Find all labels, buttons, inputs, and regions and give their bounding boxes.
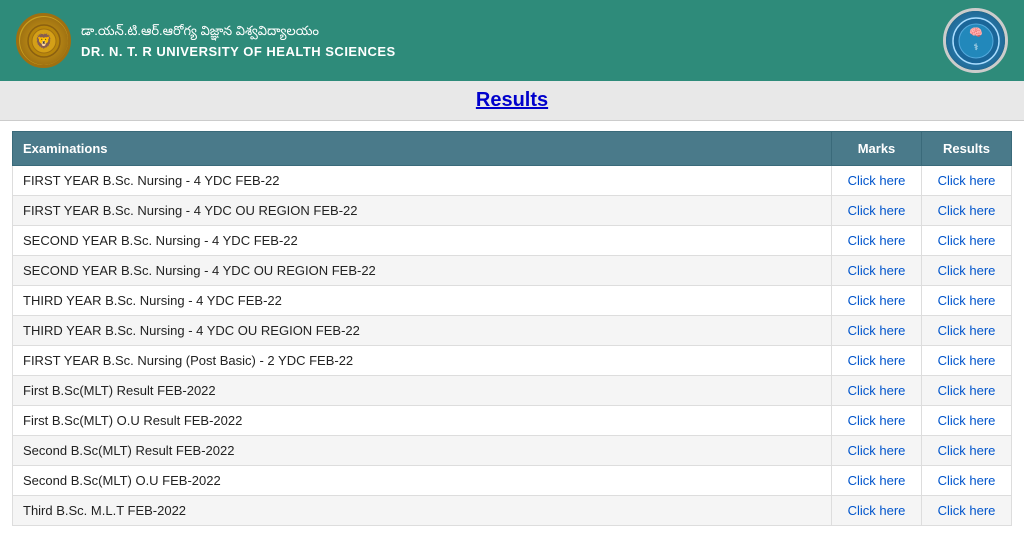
header-emblem: 🧠 ⚕: [943, 8, 1008, 73]
marks-link-cell: Click here: [832, 466, 922, 496]
svg-text:🦁: 🦁: [35, 33, 52, 50]
marks-link[interactable]: Click here: [848, 413, 906, 428]
logo-emblem: 🦁: [20, 17, 68, 65]
results-link[interactable]: Click here: [938, 353, 996, 368]
results-link-cell: Click here: [922, 346, 1012, 376]
marks-link-cell: Click here: [832, 496, 922, 526]
marks-link-cell: Click here: [832, 196, 922, 226]
exam-name-cell: Third B.Sc. M.L.T FEB-2022: [13, 496, 832, 526]
marks-link-cell: Click here: [832, 166, 922, 196]
exam-name-cell: First B.Sc(MLT) Result FEB-2022: [13, 376, 832, 406]
results-link-cell: Click here: [922, 376, 1012, 406]
page-title[interactable]: Results: [476, 89, 548, 111]
marks-link-cell: Click here: [832, 436, 922, 466]
table-row: Third B.Sc. M.L.T FEB-2022 Click here Clic…: [13, 496, 1012, 526]
header-left: 🦁 డా.యన్.టి.ఆర్.ఆరోగ్య విజ్ఞాన విశ్వవిద్…: [16, 13, 396, 68]
site-header: 🦁 డా.యన్.టి.ఆర్.ఆరోగ్య విజ్ఞాన విశ్వవిద్…: [0, 0, 1024, 81]
exam-name-cell: Second B.Sc(MLT) O.U FEB-2022: [13, 466, 832, 496]
table-row: First B.Sc(MLT) Result FEB-2022 Click her…: [13, 376, 1012, 406]
table-header-row: Examinations Marks Results: [13, 132, 1012, 166]
marks-link-cell: Click here: [832, 406, 922, 436]
exam-name-cell: First B.Sc(MLT) O.U Result FEB-2022: [13, 406, 832, 436]
exam-name-cell: THIRD YEAR B.Sc. Nursing - 4 YDC FEB-22: [13, 286, 832, 316]
results-link[interactable]: Click here: [938, 263, 996, 278]
svg-text:⚕: ⚕: [973, 42, 978, 52]
marks-link-cell: Click here: [832, 316, 922, 346]
results-link-cell: Click here: [922, 466, 1012, 496]
marks-link[interactable]: Click here: [848, 173, 906, 188]
results-link[interactable]: Click here: [938, 503, 996, 518]
university-logo: 🦁: [16, 13, 71, 68]
marks-link[interactable]: Click here: [848, 503, 906, 518]
university-english-name: DR. N. T. R UNIVERSITY OF HEALTH SCIENCE…: [81, 44, 396, 59]
table-row: FIRST YEAR B.Sc. Nursing (Post Basic) - …: [13, 346, 1012, 376]
results-link[interactable]: Click here: [938, 203, 996, 218]
col-header-marks: Marks: [832, 132, 922, 166]
header-emblem-inner: 🧠 ⚕: [946, 11, 1005, 71]
exam-name-cell: Second B.Sc(MLT) Result FEB-2022: [13, 436, 832, 466]
col-header-examinations: Examinations: [13, 132, 832, 166]
table-row: SECOND YEAR B.Sc. Nursing - 4 YDC OU REG…: [13, 256, 1012, 286]
results-link-cell: Click here: [922, 436, 1012, 466]
marks-link[interactable]: Click here: [848, 233, 906, 248]
results-link-cell: Click here: [922, 286, 1012, 316]
exam-name-cell: SECOND YEAR B.Sc. Nursing - 4 YDC FEB-22: [13, 226, 832, 256]
marks-link-cell: Click here: [832, 346, 922, 376]
results-link-cell: Click here: [922, 256, 1012, 286]
page-title-bar: Results: [0, 81, 1024, 121]
table-row: First B.Sc(MLT) O.U Result FEB-2022 Click…: [13, 406, 1012, 436]
results-link[interactable]: Click here: [938, 473, 996, 488]
exam-name-cell: THIRD YEAR B.Sc. Nursing - 4 YDC OU REGI…: [13, 316, 832, 346]
results-link[interactable]: Click here: [938, 413, 996, 428]
results-table-container: Examinations Marks Results FIRST YEAR B.…: [0, 121, 1024, 536]
results-link[interactable]: Click here: [938, 233, 996, 248]
results-link-cell: Click here: [922, 496, 1012, 526]
marks-link-cell: Click here: [832, 256, 922, 286]
marks-link-cell: Click here: [832, 376, 922, 406]
marks-link[interactable]: Click here: [848, 293, 906, 308]
university-telugu-name: డా.యన్.టి.ఆర్.ఆరోగ్య విజ్ఞాన విశ్వవిద్యా…: [81, 23, 396, 42]
results-link[interactable]: Click here: [938, 323, 996, 338]
results-link[interactable]: Click here: [938, 443, 996, 458]
results-table: Examinations Marks Results FIRST YEAR B.…: [12, 131, 1012, 526]
results-link-cell: Click here: [922, 316, 1012, 346]
results-link-cell: Click here: [922, 406, 1012, 436]
marks-link[interactable]: Click here: [848, 323, 906, 338]
marks-link[interactable]: Click here: [848, 383, 906, 398]
col-header-results: Results: [922, 132, 1012, 166]
marks-link[interactable]: Click here: [848, 263, 906, 278]
table-row: FIRST YEAR B.Sc. Nursing - 4 YDC FEB-22 C…: [13, 166, 1012, 196]
university-name-block: డా.యన్.టి.ఆర్.ఆరోగ్య విజ్ఞాన విశ్వవిద్యా…: [81, 23, 396, 59]
exam-name-cell: SECOND YEAR B.Sc. Nursing - 4 YDC OU REG…: [13, 256, 832, 286]
table-row: Second B.Sc(MLT) O.U FEB-2022 Click here C…: [13, 466, 1012, 496]
marks-link[interactable]: Click here: [848, 473, 906, 488]
results-link[interactable]: Click here: [938, 293, 996, 308]
table-row: FIRST YEAR B.Sc. Nursing - 4 YDC OU REGI…: [13, 196, 1012, 226]
table-row: Second B.Sc(MLT) Result FEB-2022 Click he…: [13, 436, 1012, 466]
table-row: THIRD YEAR B.Sc. Nursing - 4 YDC FEB-22 C…: [13, 286, 1012, 316]
marks-link[interactable]: Click here: [848, 203, 906, 218]
marks-link[interactable]: Click here: [848, 443, 906, 458]
exam-name-cell: FIRST YEAR B.Sc. Nursing - 4 YDC FEB-22: [13, 166, 832, 196]
table-row: THIRD YEAR B.Sc. Nursing - 4 YDC OU REGI…: [13, 316, 1012, 346]
marks-link-cell: Click here: [832, 226, 922, 256]
results-link[interactable]: Click here: [938, 173, 996, 188]
marks-link[interactable]: Click here: [848, 353, 906, 368]
table-row: SECOND YEAR B.Sc. Nursing - 4 YDC FEB-22…: [13, 226, 1012, 256]
results-link[interactable]: Click here: [938, 383, 996, 398]
exam-name-cell: FIRST YEAR B.Sc. Nursing - 4 YDC OU REGI…: [13, 196, 832, 226]
svg-text:🧠: 🧠: [969, 26, 983, 39]
exam-name-cell: FIRST YEAR B.Sc. Nursing (Post Basic) - …: [13, 346, 832, 376]
marks-link-cell: Click here: [832, 286, 922, 316]
results-link-cell: Click here: [922, 166, 1012, 196]
results-link-cell: Click here: [922, 226, 1012, 256]
results-link-cell: Click here: [922, 196, 1012, 226]
